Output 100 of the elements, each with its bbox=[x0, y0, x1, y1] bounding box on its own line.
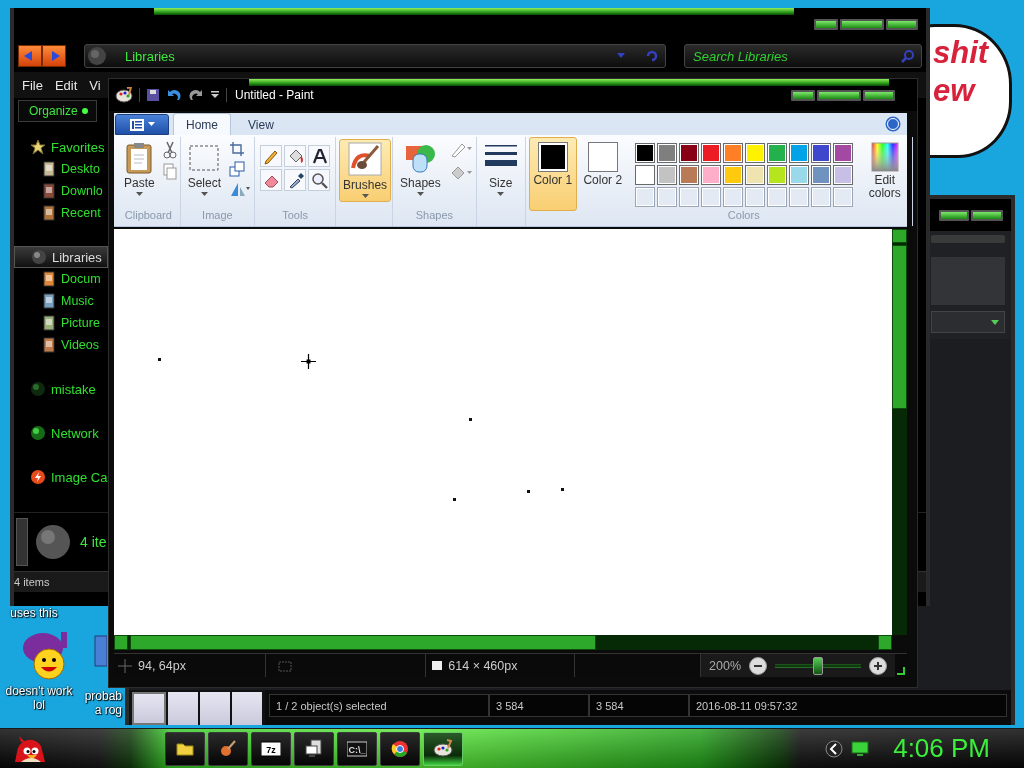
paste-button[interactable]: Paste bbox=[120, 139, 159, 200]
thumbnail-strip[interactable] bbox=[129, 690, 265, 725]
nav-item[interactable]: Image Ca bbox=[14, 466, 108, 488]
close-button[interactable] bbox=[971, 209, 1003, 221]
outline-icon[interactable] bbox=[448, 141, 473, 159]
shapes-button[interactable]: Shapes bbox=[396, 139, 445, 200]
size-button[interactable]: Size bbox=[479, 139, 522, 200]
edit-colors-button[interactable]: Edit colors bbox=[860, 137, 909, 203]
taskbar-button[interactable] bbox=[208, 731, 248, 766]
maximize-button[interactable] bbox=[817, 89, 861, 101]
close-button[interactable] bbox=[886, 18, 918, 30]
file-menu-button[interactable] bbox=[115, 114, 169, 135]
magnifier-button[interactable] bbox=[308, 169, 331, 191]
scrollbar[interactable] bbox=[16, 518, 28, 566]
palette-swatch[interactable] bbox=[766, 143, 787, 163]
palette-swatch[interactable] bbox=[678, 143, 699, 163]
monitor-icon[interactable] bbox=[851, 740, 870, 757]
text-tool-button[interactable] bbox=[308, 145, 331, 167]
group-label: Clipboard bbox=[123, 209, 173, 223]
help-icon[interactable] bbox=[885, 116, 901, 132]
palette-swatch[interactable] bbox=[810, 165, 831, 185]
save-icon[interactable] bbox=[146, 88, 160, 102]
group-label: Colors bbox=[726, 209, 761, 223]
terminal-icon: C:\_ bbox=[347, 738, 367, 759]
taskbar-button[interactable]: 7z bbox=[251, 731, 291, 766]
palette-swatch[interactable] bbox=[788, 165, 809, 185]
nav-item[interactable]: Recent bbox=[14, 202, 108, 224]
palette-swatch[interactable] bbox=[700, 143, 721, 163]
resize-icon[interactable] bbox=[229, 161, 246, 177]
taskbar-button[interactable] bbox=[380, 731, 420, 766]
vertical-scrollbar[interactable] bbox=[892, 229, 907, 635]
palette-swatch[interactable] bbox=[744, 143, 765, 163]
crosshair-cursor-icon bbox=[300, 353, 317, 370]
slider-thumb[interactable] bbox=[813, 656, 823, 675]
nav-item[interactable]: Docum bbox=[14, 268, 108, 290]
rotate-icon[interactable] bbox=[229, 181, 252, 197]
palette-swatch[interactable] bbox=[832, 165, 853, 185]
palette-swatch[interactable] bbox=[634, 165, 655, 185]
forward-button[interactable] bbox=[42, 45, 66, 67]
palette-swatch[interactable] bbox=[832, 143, 853, 163]
search-icon bbox=[901, 49, 915, 63]
palette-swatch[interactable] bbox=[634, 143, 655, 163]
nav-item[interactable]: Network bbox=[14, 422, 108, 444]
palette-swatch[interactable] bbox=[678, 165, 699, 185]
palette-swatch[interactable] bbox=[810, 143, 831, 163]
nav-item[interactable]: Picture bbox=[14, 312, 108, 334]
color-picker-button[interactable] bbox=[284, 169, 307, 191]
scissors-icon[interactable] bbox=[162, 141, 177, 159]
browser-icon bbox=[390, 738, 410, 759]
maximize-button[interactable] bbox=[939, 209, 969, 221]
zoom-out-button[interactable] bbox=[749, 656, 767, 675]
palette-swatch[interactable] bbox=[744, 165, 765, 185]
ribbon-tab[interactable]: Home bbox=[173, 113, 231, 135]
taskbar-button[interactable] bbox=[423, 731, 463, 766]
undo-icon[interactable] bbox=[166, 88, 182, 102]
palette-swatch[interactable] bbox=[766, 165, 787, 185]
search-field[interactable]: Search Libraries bbox=[684, 44, 922, 68]
minimize-button[interactable] bbox=[814, 18, 838, 30]
nav-item[interactable]: Deskto bbox=[14, 158, 108, 180]
redo-icon[interactable] bbox=[188, 88, 204, 102]
caret-icon bbox=[147, 122, 155, 127]
palette-swatch[interactable] bbox=[700, 165, 721, 185]
palette-swatch[interactable] bbox=[722, 165, 743, 185]
paint-palette-icon[interactable] bbox=[115, 87, 133, 103]
eraser-button[interactable] bbox=[260, 169, 283, 191]
horizontal-scrollbar[interactable] bbox=[114, 635, 892, 650]
taskbar-button[interactable] bbox=[294, 731, 334, 766]
palette-swatch[interactable] bbox=[788, 143, 809, 163]
clock-text[interactable]: 4:06 PM bbox=[893, 733, 990, 764]
nav-item[interactable]: Favorites bbox=[14, 136, 108, 158]
close-button[interactable] bbox=[863, 89, 895, 101]
back-button[interactable] bbox=[18, 45, 42, 67]
crop-icon[interactable] bbox=[229, 141, 246, 157]
nav-item[interactable]: Music bbox=[14, 290, 108, 312]
palette-swatch[interactable] bbox=[656, 165, 677, 185]
zoom-in-button[interactable] bbox=[869, 656, 887, 675]
nav-item[interactable]: Downlo bbox=[14, 180, 108, 202]
fill-bucket-button[interactable] bbox=[284, 145, 307, 167]
menu-item[interactable]: Vi bbox=[89, 77, 101, 93]
pencil-button[interactable] bbox=[260, 145, 283, 167]
brushes-button[interactable]: Brushes bbox=[339, 139, 392, 202]
nav-item[interactable]: Libraries bbox=[14, 246, 108, 268]
select-button[interactable]: Select bbox=[183, 139, 226, 200]
customize-caret-icon[interactable] bbox=[210, 90, 220, 100]
menu-item[interactable]: File bbox=[22, 77, 43, 93]
color-button[interactable]: Color 2 bbox=[578, 137, 627, 211]
chevron-icon[interactable] bbox=[825, 739, 844, 758]
color-button[interactable]: Color 1 bbox=[528, 137, 577, 211]
minimize-button[interactable] bbox=[791, 89, 815, 101]
organize-button[interactable]: Organize bbox=[18, 100, 97, 122]
menu-item[interactable]: Edit bbox=[54, 77, 78, 93]
palette-swatch[interactable] bbox=[722, 143, 743, 163]
maximize-button[interactable] bbox=[840, 18, 884, 30]
nav-item[interactable]: Videos bbox=[14, 334, 108, 356]
ribbon-tab[interactable]: View bbox=[235, 114, 287, 135]
nav-item[interactable]: mistake bbox=[14, 378, 108, 400]
caret-icon bbox=[416, 192, 424, 197]
taskbar-button[interactable]: C:\_ bbox=[337, 731, 377, 766]
palette-swatch[interactable] bbox=[656, 143, 677, 163]
taskbar-button[interactable] bbox=[165, 731, 205, 766]
